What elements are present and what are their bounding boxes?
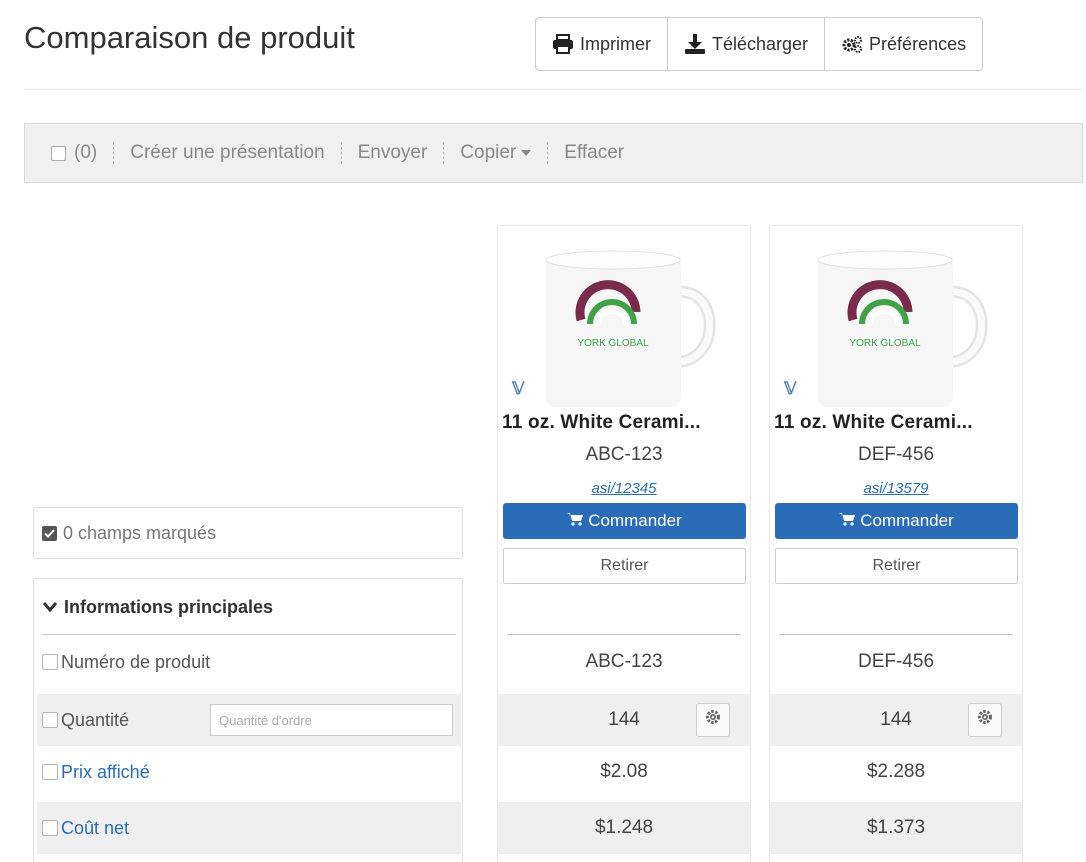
marked-fields-box[interactable]: 0 champs marqués [33, 507, 463, 559]
toolbar-divider [547, 142, 549, 164]
asi-link[interactable]: asi/12345 [498, 480, 750, 497]
product-name: 11 oz. White Cerami... [502, 412, 701, 433]
toolbar-divider [113, 142, 115, 164]
field-checkbox[interactable] [42, 764, 58, 780]
order-button-label: Commander [860, 511, 954, 530]
section-header[interactable]: Informations principales [42, 597, 273, 618]
copy-label: Copier [460, 142, 517, 163]
gears-icon [841, 34, 863, 54]
section-divider [42, 634, 456, 635]
product-image: YORK GLOBAL [536, 242, 716, 422]
listed-price-value: $2.288 [866, 761, 926, 782]
print-icon [552, 34, 574, 54]
quantity-cell: 144 [498, 694, 750, 746]
column-divider [507, 634, 741, 635]
cart-icon [839, 511, 856, 531]
product-name: 11 oz. White Cerami... [774, 412, 973, 433]
print-button-label: Imprimer [580, 33, 651, 54]
net-cost-value: $1.373 [770, 802, 1022, 854]
marked-fields-label: 0 champs marqués [63, 522, 217, 543]
field-checkbox[interactable] [42, 654, 58, 670]
field-label: Numéro de produit [61, 651, 211, 672]
chevron-down-icon [42, 597, 58, 618]
header-divider [24, 89, 1082, 90]
download-button-label: Télécharger [712, 33, 809, 54]
listed-price-value: $2.08 [600, 761, 648, 782]
order-button[interactable]: Commander [775, 503, 1018, 539]
selected-count: (0) [74, 142, 98, 163]
order-button-label: Commander [588, 511, 682, 530]
selection-toolbar: (0) Créer une présentation Envoyer Copie… [24, 123, 1083, 183]
download-icon [684, 34, 706, 54]
cart-icon [567, 511, 584, 531]
checked-box-icon [42, 525, 57, 541]
toolbar-divider [340, 142, 342, 164]
order-button[interactable]: Commander [503, 503, 746, 539]
quantity-value: 144 [608, 709, 640, 730]
header-button-group: Imprimer Télécharger Préférences [535, 17, 984, 71]
logo-text: YORK GLOBAL [577, 338, 649, 349]
field-row-listed-price: Prix affiché [37, 746, 461, 798]
product-number-value: DEF-456 [857, 651, 935, 672]
gear-icon [977, 709, 993, 731]
remove-button[interactable]: Retirer [503, 548, 746, 584]
select-all-checkbox[interactable] [51, 145, 66, 161]
quantity-cell: 144 [770, 694, 1022, 746]
clear-link[interactable]: Effacer [564, 142, 624, 164]
supplier-logo-icon: 𝕍 [784, 379, 797, 398]
copy-dropdown[interactable]: Copier [460, 142, 532, 164]
column-divider [779, 634, 1013, 635]
field-label-link[interactable]: Prix affiché [61, 762, 150, 783]
product-column: YORK GLOBAL 𝕍 11 oz. White Cerami... DEF… [769, 225, 1023, 862]
quantity-value: 144 [880, 709, 912, 730]
toolbar-divider [443, 142, 445, 164]
logo-text: YORK GLOBAL [849, 338, 921, 349]
field-checkbox[interactable] [42, 712, 58, 728]
field-label: Quantité [61, 709, 130, 730]
product-code: ABC-123 [585, 444, 663, 465]
field-row-net-cost: Coût net [37, 802, 461, 854]
supplier-logo-icon: 𝕍 [512, 379, 525, 398]
asi-link[interactable]: asi/13579 [770, 480, 1022, 497]
field-checkbox[interactable] [42, 820, 58, 836]
quantity-settings-button[interactable] [968, 703, 1002, 737]
gear-icon [705, 709, 721, 731]
field-list-panel: Informations principales Numéro de produ… [33, 578, 463, 862]
section-title: Informations principales [64, 597, 274, 617]
product-number-value: ABC-123 [585, 651, 663, 672]
net-cost-value: $1.248 [498, 802, 750, 854]
print-button[interactable]: Imprimer [536, 18, 668, 70]
caret-down-icon [521, 149, 532, 156]
field-row-product-number: Numéro de produit [37, 636, 461, 688]
product-column: YORK GLOBAL 𝕍 11 oz. White Cerami... ABC… [497, 225, 751, 862]
product-image: YORK GLOBAL [808, 242, 988, 422]
order-quantity-input[interactable]: Quantité d'ordre [210, 704, 453, 736]
preferences-button[interactable]: Préférences [825, 18, 982, 70]
remove-button[interactable]: Retirer [775, 548, 1018, 584]
page-title: Comparaison de produit [24, 20, 355, 55]
product-code: DEF-456 [857, 444, 935, 465]
field-label-link[interactable]: Coût net [61, 818, 129, 839]
preferences-button-label: Préférences [869, 33, 967, 54]
quantity-settings-button[interactable] [696, 703, 730, 737]
download-button[interactable]: Télécharger [668, 18, 826, 70]
send-link[interactable]: Envoyer [358, 142, 428, 164]
field-row-quantity: Quantité Quantité d'ordre [37, 694, 461, 746]
create-presentation-link[interactable]: Créer une présentation [130, 142, 324, 164]
